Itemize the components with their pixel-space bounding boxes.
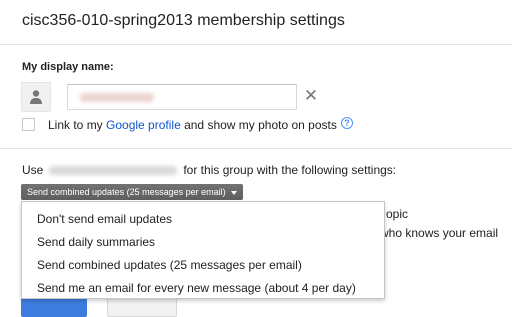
chevron-down-icon <box>230 190 237 195</box>
menu-item-daily-summaries[interactable]: Send daily summaries <box>22 231 384 254</box>
person-icon <box>30 90 42 104</box>
email-usage-line: Use for this group with the following set… <box>22 163 396 177</box>
divider <box>0 44 512 45</box>
dropdown-label: Send combined updates (25 messages per e… <box>27 187 226 197</box>
clear-icon[interactable]: ✕ <box>302 87 320 105</box>
partial-option-text: who knows your email <box>380 226 499 240</box>
page-title: cisc356-010-spring2013 membership settin… <box>22 12 345 29</box>
redacted-email <box>49 166 178 176</box>
redacted-name <box>80 93 154 102</box>
email-delivery-dropdown[interactable]: Send combined updates (25 messages per e… <box>21 184 243 200</box>
menu-item-combined-updates[interactable]: Send combined updates (25 messages per e… <box>22 254 384 277</box>
avatar <box>21 82 51 112</box>
google-profile-link[interactable]: Google profile <box>106 118 181 132</box>
divider <box>0 148 512 149</box>
email-delivery-menu: Don't send email updates Send daily summ… <box>21 201 385 299</box>
display-name-label: My display name: <box>22 61 114 73</box>
profile-link-text: Link to my Google profile and show my ph… <box>48 118 337 132</box>
profile-link-checkbox[interactable] <box>22 118 35 131</box>
cancel-button[interactable] <box>107 297 177 317</box>
profile-prefix: Link to my <box>48 118 107 132</box>
use-suffix: for this group with the following settin… <box>183 163 397 177</box>
menu-item-no-email[interactable]: Don't send email updates <box>22 208 384 231</box>
help-icon[interactable]: ? <box>341 117 353 129</box>
partial-option-text: opic <box>386 207 409 221</box>
profile-suffix: and show my photo on posts <box>180 118 337 132</box>
menu-item-every-message[interactable]: Send me an email for every new message (… <box>22 277 384 300</box>
save-button[interactable] <box>21 297 87 317</box>
use-prefix: Use <box>22 163 44 177</box>
